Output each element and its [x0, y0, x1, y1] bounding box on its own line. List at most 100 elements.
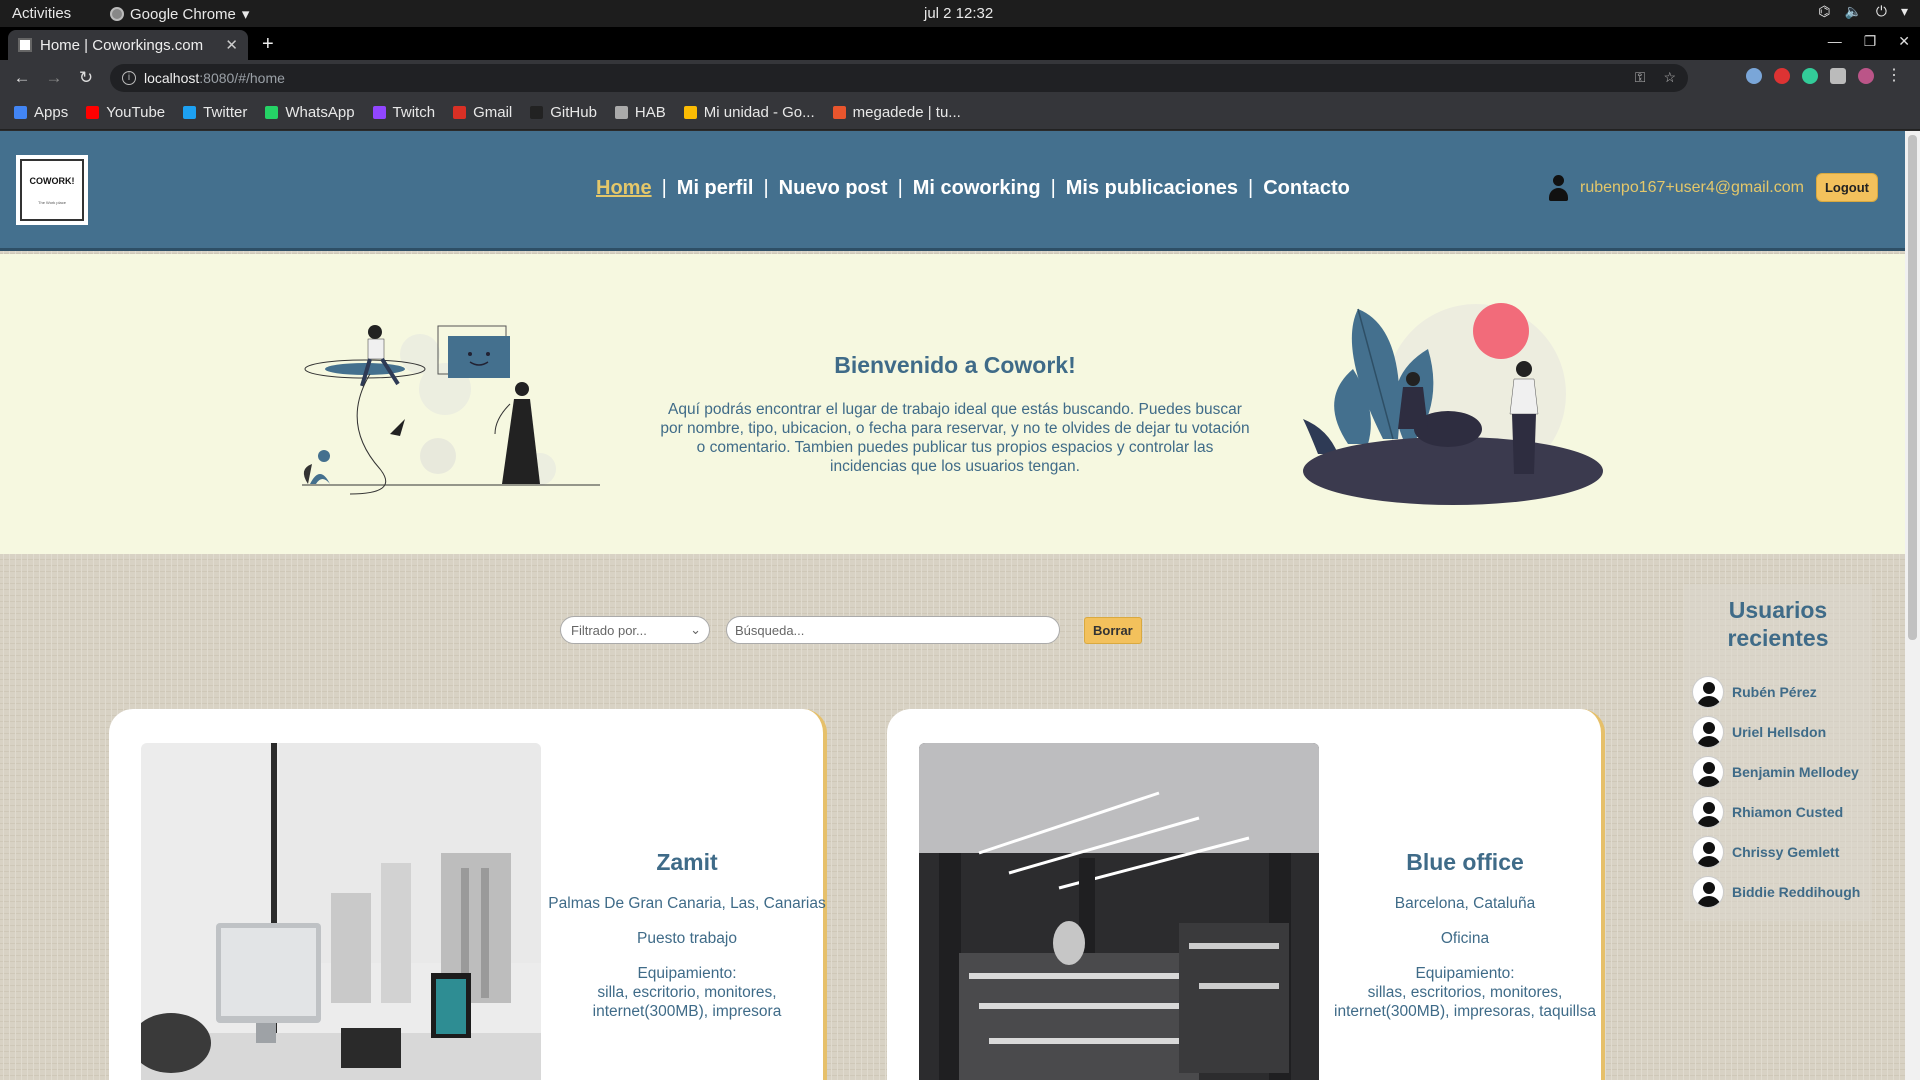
minimize-icon[interactable]: —	[1828, 33, 1842, 50]
logout-button[interactable]: Logout	[1815, 173, 1878, 202]
search-controls: Filtrado por... ⌄ Búsqueda... Borrar	[560, 616, 1142, 644]
cowork-logo[interactable]: COWORK! The Work place	[16, 155, 88, 225]
reload-icon[interactable]: ↻	[70, 68, 102, 88]
network-icon[interactable]: ⌬	[1818, 3, 1830, 20]
vue-extension-icon[interactable]	[1802, 68, 1818, 84]
key-icon[interactable]: ⚿	[1635, 69, 1646, 86]
recent-user-item[interactable]: Rubén Pérez	[1692, 672, 1872, 712]
nav-link-5[interactable]: Contacto	[1263, 177, 1350, 200]
page-scrollbar[interactable]	[1905, 131, 1920, 1080]
bookmark-item[interactable]: Twitter	[183, 104, 247, 121]
coworking-photo[interactable]	[919, 743, 1319, 1080]
info-icon[interactable]: i	[122, 71, 136, 85]
recent-user-item[interactable]: Benjamin Mellodey	[1692, 752, 1872, 792]
coworking-card[interactable]: Blue office Barcelona, Cataluña Oficina …	[887, 709, 1605, 1080]
bookmark-item[interactable]: WhatsApp	[265, 104, 355, 121]
hero-illustration-left	[302, 325, 600, 495]
tab-strip: Home | Coworkings.com ✕	[0, 27, 1920, 60]
recent-user-name[interactable]: Rhiamon Custed	[1732, 804, 1843, 820]
bookmark-item[interactable]: YouTube	[86, 104, 165, 121]
card-info: Blue office Barcelona, Cataluña Oficina …	[1325, 849, 1605, 1037]
back-icon[interactable]: ←	[6, 68, 38, 88]
favicon-icon	[18, 38, 32, 52]
volume-icon[interactable]: 🔈	[1844, 3, 1861, 20]
equipment-list: silla, escritorio, monitores, internet(3…	[592, 984, 782, 1020]
bookmark-item[interactable]: Apps	[14, 104, 68, 121]
bookmark-item[interactable]: Gmail	[453, 104, 512, 121]
scrollbar-thumb[interactable]	[1908, 135, 1917, 640]
browser-toolbar: ← → ↻ i localhost:8080/#/home ⚿ ☆	[0, 60, 1920, 96]
tab-title: Home | Coworkings.com	[40, 36, 204, 54]
recent-user-item[interactable]: Chrissy Gemlett	[1692, 832, 1872, 872]
extension-icon[interactable]	[1746, 68, 1762, 84]
bookmark-item[interactable]: GitHub	[530, 104, 597, 121]
avatar[interactable]	[1692, 836, 1724, 868]
recent-user-name[interactable]: Chrissy Gemlett	[1732, 844, 1839, 860]
avatar[interactable]	[1692, 876, 1724, 908]
recent-user-name[interactable]: Uriel Hellsdon	[1732, 724, 1826, 740]
forward-icon[interactable]: →	[38, 68, 70, 88]
new-tab-button[interactable]: +	[262, 33, 274, 56]
user-icon	[1548, 174, 1568, 201]
recent-user-name[interactable]: Biddie Reddihough	[1732, 884, 1860, 900]
open-office-photo	[919, 743, 1319, 1080]
card-equipment: Equipamiento: silla, escritorio, monitore…	[547, 964, 827, 1021]
coworking-card[interactable]: Zamit Palmas De Gran Canaria, Las, Canar…	[109, 709, 827, 1080]
bookmark-star-icon[interactable]: ☆	[1663, 69, 1676, 86]
recent-user-name[interactable]: Benjamin Mellodey	[1732, 764, 1859, 780]
window-controls: — ❐ ✕	[1828, 33, 1910, 50]
extension-icon[interactable]	[1774, 68, 1790, 84]
caret-down-icon[interactable]: ▾	[1901, 3, 1908, 20]
user-box: rubenpo167+user4@gmail.com Logout	[1548, 173, 1878, 202]
nav-link-4[interactable]: Mis publicaciones	[1066, 177, 1238, 200]
nav-link-2[interactable]: Nuevo post	[779, 177, 888, 200]
puzzle-icon[interactable]	[1830, 68, 1846, 84]
tab-home[interactable]: Home | Coworkings.com ✕	[8, 30, 248, 60]
hero-section: Bienvenido a Cowork! Aquí podrás encontr…	[0, 254, 1905, 554]
address-bar[interactable]: i localhost:8080/#/home ⚿ ☆	[110, 64, 1688, 92]
filter-placeholder: Filtrado por...	[571, 622, 647, 638]
recent-user-item[interactable]: Uriel Hellsdon	[1692, 712, 1872, 752]
recent-user-name[interactable]: Rubén Pérez	[1732, 684, 1817, 700]
equipment-label: Equipamiento:	[1415, 965, 1515, 982]
search-input[interactable]: Búsqueda...	[726, 616, 1060, 644]
close-window-icon[interactable]: ✕	[1898, 33, 1910, 50]
coworking-photo[interactable]	[141, 743, 541, 1080]
menu-kebab-icon[interactable]: ⋮	[1886, 68, 1902, 84]
caret-down-icon: ▾	[241, 6, 250, 23]
recent-users-panel: Usuarios recientes Rubén Pérez Uriel Hell…	[1684, 584, 1872, 921]
system-top-bar: Activities Google Chrome ▾ jul 2 12:32 ⌬…	[0, 0, 1920, 27]
avatar[interactable]	[1692, 716, 1724, 748]
bookmark-item[interactable]: Mi unidad - Go...	[683, 104, 815, 121]
profile-avatar[interactable]	[1858, 68, 1874, 84]
avatar[interactable]	[1692, 796, 1724, 828]
clock[interactable]: jul 2 12:32	[924, 5, 993, 22]
nav-link-3[interactable]: Mi coworking	[913, 177, 1041, 200]
app-menu[interactable]: Google Chrome ▾	[110, 5, 249, 23]
bookmark-item[interactable]: megadede | tu...	[832, 104, 961, 121]
activities-button[interactable]: Activities	[12, 5, 71, 22]
nav-separator: |	[897, 177, 903, 199]
system-tray[interactable]: ⌬ 🔈 ⏻ ▾	[1818, 3, 1908, 20]
chrome-icon	[110, 7, 124, 21]
filter-select[interactable]: Filtrado por... ⌄	[560, 616, 710, 644]
bookmark-item[interactable]: Twitch	[372, 104, 435, 121]
clear-button[interactable]: Borrar	[1084, 616, 1142, 644]
nav-link-0[interactable]: Home	[596, 177, 652, 200]
nav-separator: |	[1248, 177, 1254, 199]
card-title[interactable]: Zamit	[547, 849, 827, 876]
card-title[interactable]: Blue office	[1325, 849, 1605, 876]
restore-icon[interactable]: ❐	[1864, 33, 1877, 50]
user-email[interactable]: rubenpo167+user4@gmail.com	[1580, 179, 1804, 197]
recent-user-item[interactable]: Biddie Reddihough	[1692, 872, 1872, 912]
recent-user-item[interactable]: Rhiamon Custed	[1692, 792, 1872, 832]
nav-link-1[interactable]: Mi perfil	[677, 177, 754, 200]
app-menu-label: Google Chrome	[130, 5, 236, 23]
tab-close-icon[interactable]: ✕	[225, 36, 238, 54]
bookmark-item[interactable]: HAB	[614, 104, 666, 121]
power-icon[interactable]: ⏻	[1876, 3, 1887, 20]
avatar[interactable]	[1692, 676, 1724, 708]
avatar[interactable]	[1692, 756, 1724, 788]
bookmark-icon	[614, 106, 628, 119]
bookmark-icon	[14, 106, 27, 119]
